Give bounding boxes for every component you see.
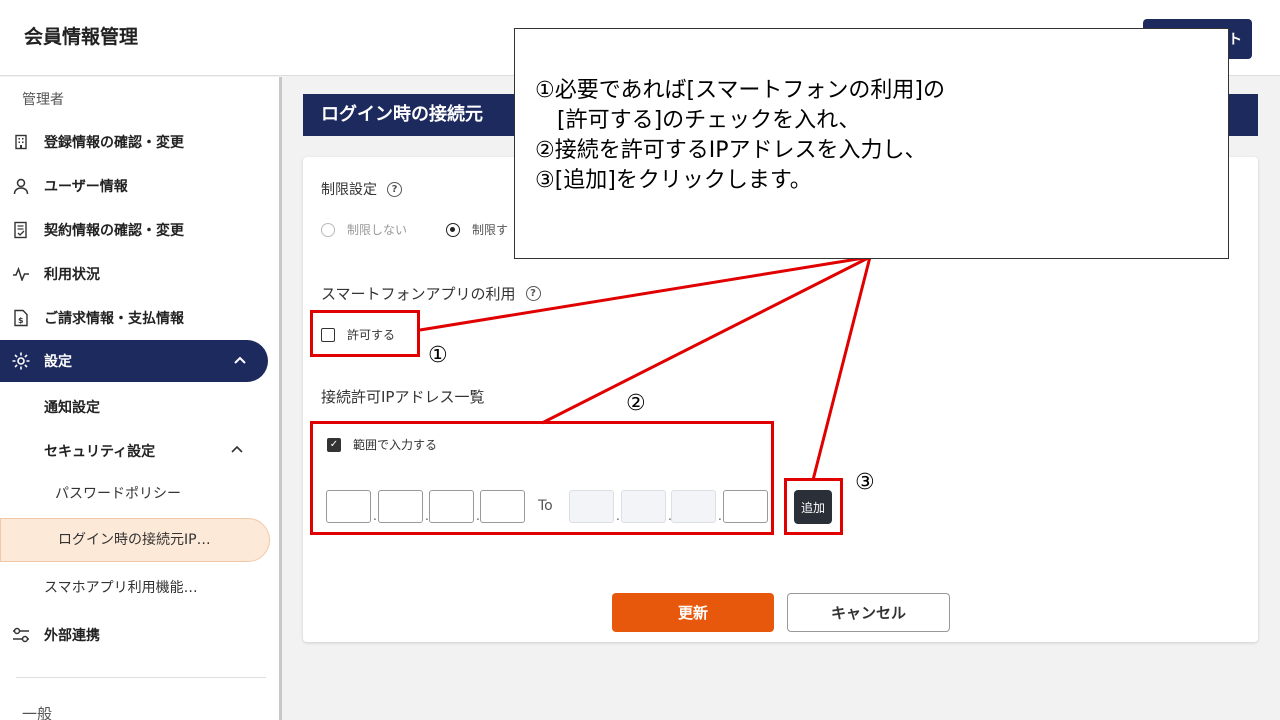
pointer-line-3 xyxy=(811,256,872,481)
callout-line: ③[追加]をクリックします。 xyxy=(535,168,812,193)
annotation-mark-3: ③ xyxy=(855,470,875,495)
callout-line: ①必要であれば[スマートフォンの利用]の xyxy=(535,78,946,103)
annotation-mark-2: ② xyxy=(626,391,646,416)
callout-line: ②接続を許可するIPアドレスを入力し、 xyxy=(535,138,927,163)
pointer-line-1 xyxy=(419,255,871,332)
instruction-callout: ①必要であれば[スマートフォンの利用]の [許可する]のチェックを入れ、 ②接続… xyxy=(514,28,1229,259)
pointer-line-2 xyxy=(541,255,871,425)
annotation-mark-1: ① xyxy=(428,343,448,368)
callout-line: [許可する]のチェックを入れ、 xyxy=(535,108,861,133)
